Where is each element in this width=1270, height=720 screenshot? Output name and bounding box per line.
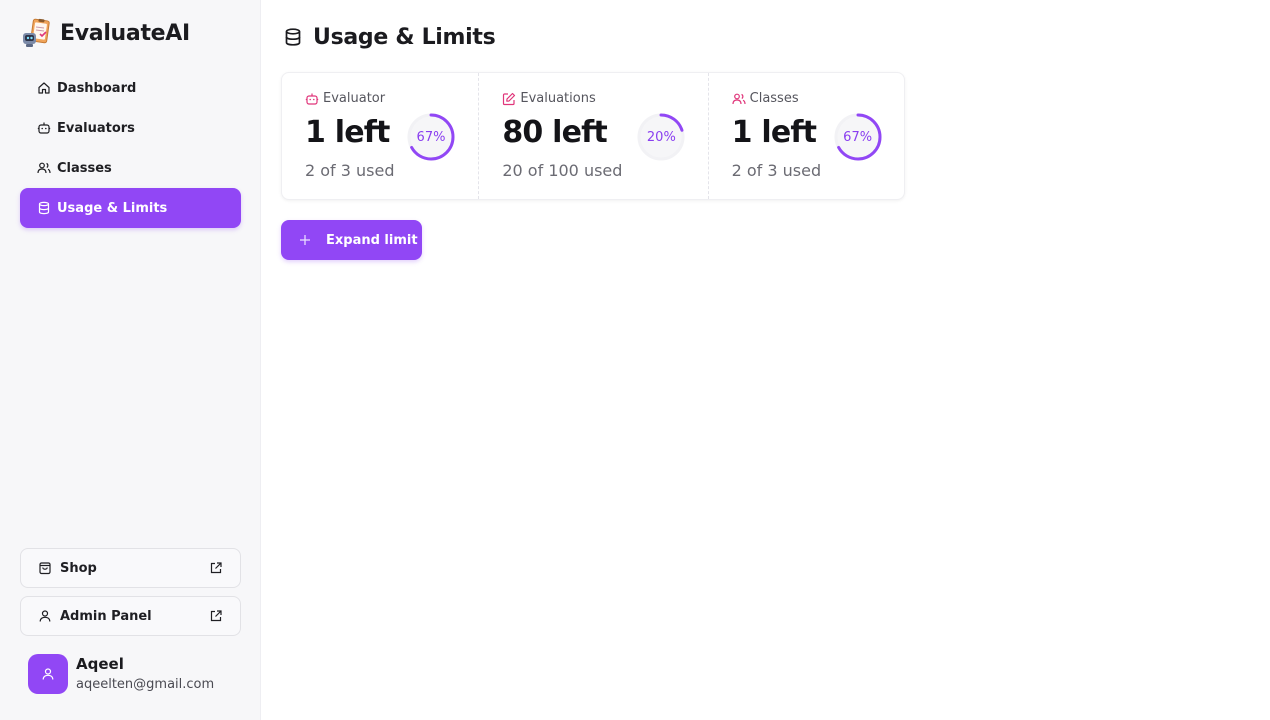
progress-percent: 20%	[646, 129, 676, 145]
sidebar-item-usage-limits[interactable]: Usage & Limits	[20, 188, 241, 228]
progress-percent: 67%	[416, 129, 446, 145]
sidebar-nav: Dashboard Evaluators Classes Usage & Lim…	[20, 68, 241, 228]
usage-cards: Evaluator 1 left 2 of 3 used 67% Evaluat…	[281, 72, 905, 200]
sidebar-item-label: Usage & Limits	[57, 200, 168, 216]
page-title: Usage & Limits	[283, 22, 496, 52]
user-name: Aqeel	[76, 655, 124, 673]
user-icon	[42, 668, 54, 680]
edit-icon	[502, 92, 516, 106]
sidebar-item-classes[interactable]: Classes	[20, 148, 241, 188]
robot-icon	[305, 92, 319, 106]
home-icon	[37, 81, 51, 95]
remaining-count: 1 left	[731, 115, 817, 150]
shop-link-label: Shop	[60, 560, 97, 576]
remaining-count: 1 left	[305, 115, 390, 150]
expand-limit-button[interactable]: Expand limit	[281, 220, 422, 260]
external-link-icon	[209, 561, 223, 575]
used-count: 2 of 3 used	[731, 161, 822, 180]
shopping-bag-icon	[38, 561, 52, 575]
progress-percent: 67%	[843, 129, 873, 145]
used-count: 2 of 3 used	[305, 161, 395, 180]
sidebar-item-dashboard[interactable]: Dashboard	[20, 68, 241, 108]
usage-card-evaluator: Evaluator 1 left 2 of 3 used 67%	[282, 73, 478, 199]
sidebar-item-label: Evaluators	[57, 120, 135, 136]
sidebar-item-label: Classes	[57, 160, 112, 176]
shop-link[interactable]: Shop	[20, 548, 241, 588]
expand-limit-label: Expand limit	[326, 232, 418, 248]
plus-icon	[299, 234, 311, 246]
user-profile[interactable]: Aqeel aqeelten@gmail.com	[28, 654, 214, 694]
main-content: Usage & Limits Evaluator 1 left 2 of 3 u…	[261, 0, 1270, 720]
brand-name: EvaluateAI	[60, 20, 190, 46]
sidebar: EvaluateAI Dashboard Evaluators Classes …	[0, 0, 261, 720]
usage-card-evaluations: Evaluations 80 left 20 of 100 used 20%	[478, 73, 707, 199]
avatar	[28, 654, 68, 694]
progress-ring: 20%	[636, 112, 686, 162]
progress-ring: 67%	[406, 112, 456, 162]
card-label: Evaluator	[323, 91, 386, 106]
card-label: Evaluations	[520, 91, 596, 106]
sidebar-item-label: Dashboard	[57, 80, 137, 96]
card-header: Classes	[732, 91, 799, 106]
database-icon	[37, 201, 51, 215]
user-email: aqeelten@gmail.com	[76, 677, 215, 692]
users-icon	[732, 92, 746, 106]
page-title-text: Usage & Limits	[313, 24, 496, 50]
progress-ring: 67%	[833, 112, 883, 162]
users-icon	[37, 161, 51, 175]
user-icon	[38, 609, 52, 623]
remaining-count: 80 left	[502, 115, 607, 150]
admin-panel-link[interactable]: Admin Panel	[20, 596, 241, 636]
admin-panel-link-label: Admin Panel	[60, 608, 152, 624]
used-count: 20 of 100 used	[502, 161, 623, 180]
card-header: Evaluations	[502, 91, 596, 106]
database-icon	[283, 27, 303, 47]
clipboard-robot-icon	[20, 17, 52, 49]
sidebar-item-evaluators[interactable]: Evaluators	[20, 108, 241, 148]
robot-icon	[37, 121, 51, 135]
external-link-icon	[209, 609, 223, 623]
card-header: Evaluator	[305, 91, 385, 106]
usage-card-classes: Classes 1 left 2 of 3 used 67%	[707, 73, 904, 199]
brand[interactable]: EvaluateAI	[20, 16, 190, 50]
card-label: Classes	[749, 91, 799, 106]
